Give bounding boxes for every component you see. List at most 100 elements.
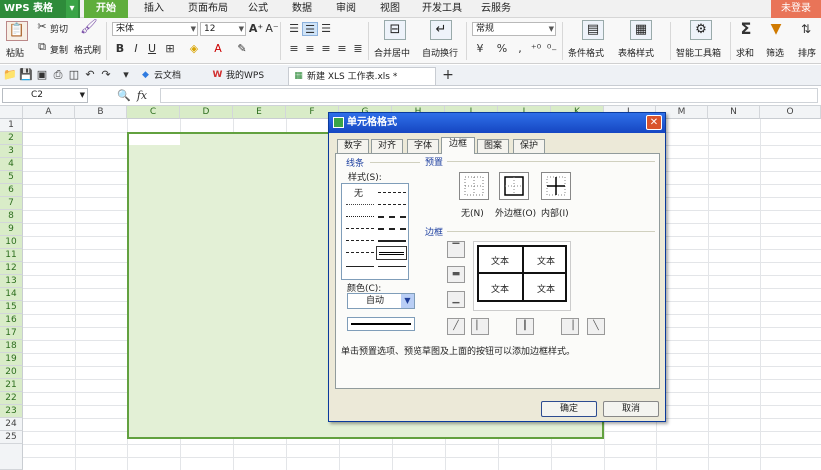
line-style-option[interactable] — [378, 228, 406, 230]
row-header[interactable]: 13 — [0, 275, 23, 288]
merge-center-button[interactable]: 合并居中 — [374, 46, 410, 59]
align-center-icon[interactable]: ≡ — [302, 42, 318, 56]
row-header[interactable]: 6 — [0, 184, 23, 197]
underline-icon[interactable]: U — [144, 42, 160, 56]
merge-center-icon[interactable]: ⊟ — [384, 20, 406, 40]
conditional-format-button[interactable]: 条件格式 — [568, 46, 604, 59]
line-style-option[interactable] — [346, 266, 374, 267]
row-header[interactable]: 12 — [0, 262, 23, 275]
smart-toolbox-icon[interactable]: ⚙ — [690, 20, 712, 40]
save-icon[interactable]: 💾 — [18, 68, 34, 82]
chevron-down-icon[interactable]: ▼ — [401, 294, 414, 308]
bold-icon[interactable]: B — [112, 42, 128, 56]
line-style-option[interactable] — [346, 228, 374, 229]
row-header[interactable]: 4 — [0, 158, 23, 171]
border-middle-horizontal-button[interactable]: ▬ — [447, 266, 465, 283]
row-header[interactable]: 16 — [0, 314, 23, 327]
conditional-format-icon[interactable]: ▤ — [582, 20, 604, 40]
row-header[interactable]: 5 — [0, 171, 23, 184]
menu-tab-view[interactable]: 视图 — [372, 0, 408, 18]
column-header[interactable]: C — [127, 106, 180, 119]
font-color-icon[interactable]: A — [210, 42, 226, 56]
app-menu-button[interactable]: WPS 表格 ▾ — [0, 0, 80, 18]
line-style-option[interactable] — [346, 252, 374, 253]
tab-protection[interactable]: 保护 — [513, 139, 545, 153]
border-right-button[interactable]: ▕ — [561, 318, 579, 335]
currency-icon[interactable]: ¥ — [472, 42, 488, 56]
row-header[interactable]: 25 — [0, 431, 23, 444]
table-style-button[interactable]: 表格样式 — [618, 46, 654, 59]
dialog-title-bar[interactable]: 单元格格式 ✕ — [329, 113, 665, 133]
name-box[interactable]: C2 ▼ — [2, 88, 88, 103]
function-icon[interactable]: fx — [134, 89, 150, 103]
row-header[interactable]: 10 — [0, 236, 23, 249]
column-header[interactable]: A — [23, 106, 75, 119]
align-top-icon[interactable]: ☰ — [286, 22, 302, 36]
new-tab-button[interactable]: + — [440, 68, 456, 82]
justify-icon[interactable]: ≡ — [334, 42, 350, 56]
comma-style-icon[interactable]: , — [512, 42, 528, 56]
font-name-select[interactable]: 宋体 ▼ — [112, 22, 198, 36]
align-middle-icon[interactable]: ☰ — [302, 22, 318, 36]
distributed-icon[interactable]: ≣ — [350, 42, 366, 56]
column-header[interactable]: O — [760, 106, 821, 119]
decrease-decimal-icon[interactable]: ⁰₋ — [544, 42, 560, 56]
align-right-icon[interactable]: ≡ — [318, 42, 334, 56]
line-style-selected[interactable] — [376, 246, 407, 260]
line-style-option[interactable] — [378, 204, 406, 205]
select-all-corner[interactable] — [0, 106, 23, 119]
paste-button[interactable]: 粘贴 — [6, 46, 24, 59]
close-icon[interactable]: ✕ — [646, 115, 662, 130]
smart-toolbox-button[interactable]: 智能工具箱 — [676, 46, 721, 59]
format-painter-icon[interactable]: 🖌 — [80, 20, 98, 34]
menu-tab-data[interactable]: 数据 — [284, 0, 320, 18]
row-header[interactable]: 23 — [0, 405, 23, 418]
row-header[interactable]: 2 — [0, 132, 23, 145]
cut-button[interactable]: 剪切 — [50, 22, 68, 35]
border-icon[interactable]: ⊞ — [162, 42, 178, 56]
ok-button[interactable]: 确定 — [541, 401, 597, 417]
sort-button[interactable]: 排序 — [798, 46, 816, 59]
row-header[interactable]: 15 — [0, 301, 23, 314]
menu-tab-cloud[interactable]: 云服务 — [474, 0, 518, 18]
scissors-icon[interactable]: ✂ — [34, 20, 50, 34]
border-diagonal-down-button[interactable]: ╲ — [587, 318, 605, 335]
grow-font-icon[interactable]: A⁺ — [248, 22, 264, 36]
align-bottom-icon[interactable]: ☰ — [318, 22, 334, 36]
column-header[interactable]: D — [180, 106, 233, 119]
preset-outline-button[interactable] — [499, 172, 529, 200]
chevron-down-icon[interactable]: ▾ — [66, 0, 78, 18]
tab-my-wps[interactable]: W 我的WPS — [208, 67, 282, 85]
line-style-option[interactable] — [378, 266, 406, 267]
row-header[interactable]: 20 — [0, 366, 23, 379]
color-select[interactable]: 自动 ▼ — [347, 293, 415, 309]
column-header[interactable]: B — [75, 106, 127, 119]
row-header[interactable]: 21 — [0, 379, 23, 392]
paste-icon[interactable]: 📋 — [6, 21, 28, 41]
print-icon[interactable]: ⎙ — [50, 68, 66, 82]
line-style-option[interactable] — [378, 192, 406, 193]
row-header[interactable]: 7 — [0, 197, 23, 210]
sum-button[interactable]: 求和 — [736, 46, 754, 59]
font-size-select[interactable]: 12 ▼ — [200, 22, 246, 36]
filter-icon[interactable]: ▼ — [768, 22, 784, 36]
line-style-option[interactable] — [378, 216, 406, 218]
zoom-icon[interactable]: 🔍 — [116, 89, 132, 103]
copy-button[interactable]: 复制 — [50, 43, 68, 56]
print-preview-icon[interactable]: ▣ — [34, 68, 50, 82]
preview-grid[interactable]: 文本 文本 文本 文本 — [477, 245, 567, 302]
row-header[interactable]: 17 — [0, 327, 23, 340]
row-header[interactable]: 9 — [0, 223, 23, 236]
tab-number[interactable]: 数字 — [337, 139, 369, 153]
tab-new-xls[interactable]: ▦ 新建 XLS 工作表.xls * — [288, 67, 436, 85]
border-left-button[interactable]: ▏ — [471, 318, 489, 335]
line-style-option[interactable] — [346, 240, 374, 241]
sort-icon[interactable]: ⇅ — [798, 22, 814, 36]
border-bottom-button[interactable]: ▁ — [447, 291, 465, 308]
cancel-button[interactable]: 取消 — [603, 401, 659, 417]
clear-format-icon[interactable]: ✎ — [234, 42, 250, 56]
undo-icon[interactable]: ↶ — [82, 68, 98, 82]
menu-tab-insert[interactable]: 插入 — [134, 0, 174, 18]
formula-input[interactable] — [160, 88, 818, 103]
chevron-down-icon[interactable]: ▾ — [118, 68, 134, 82]
